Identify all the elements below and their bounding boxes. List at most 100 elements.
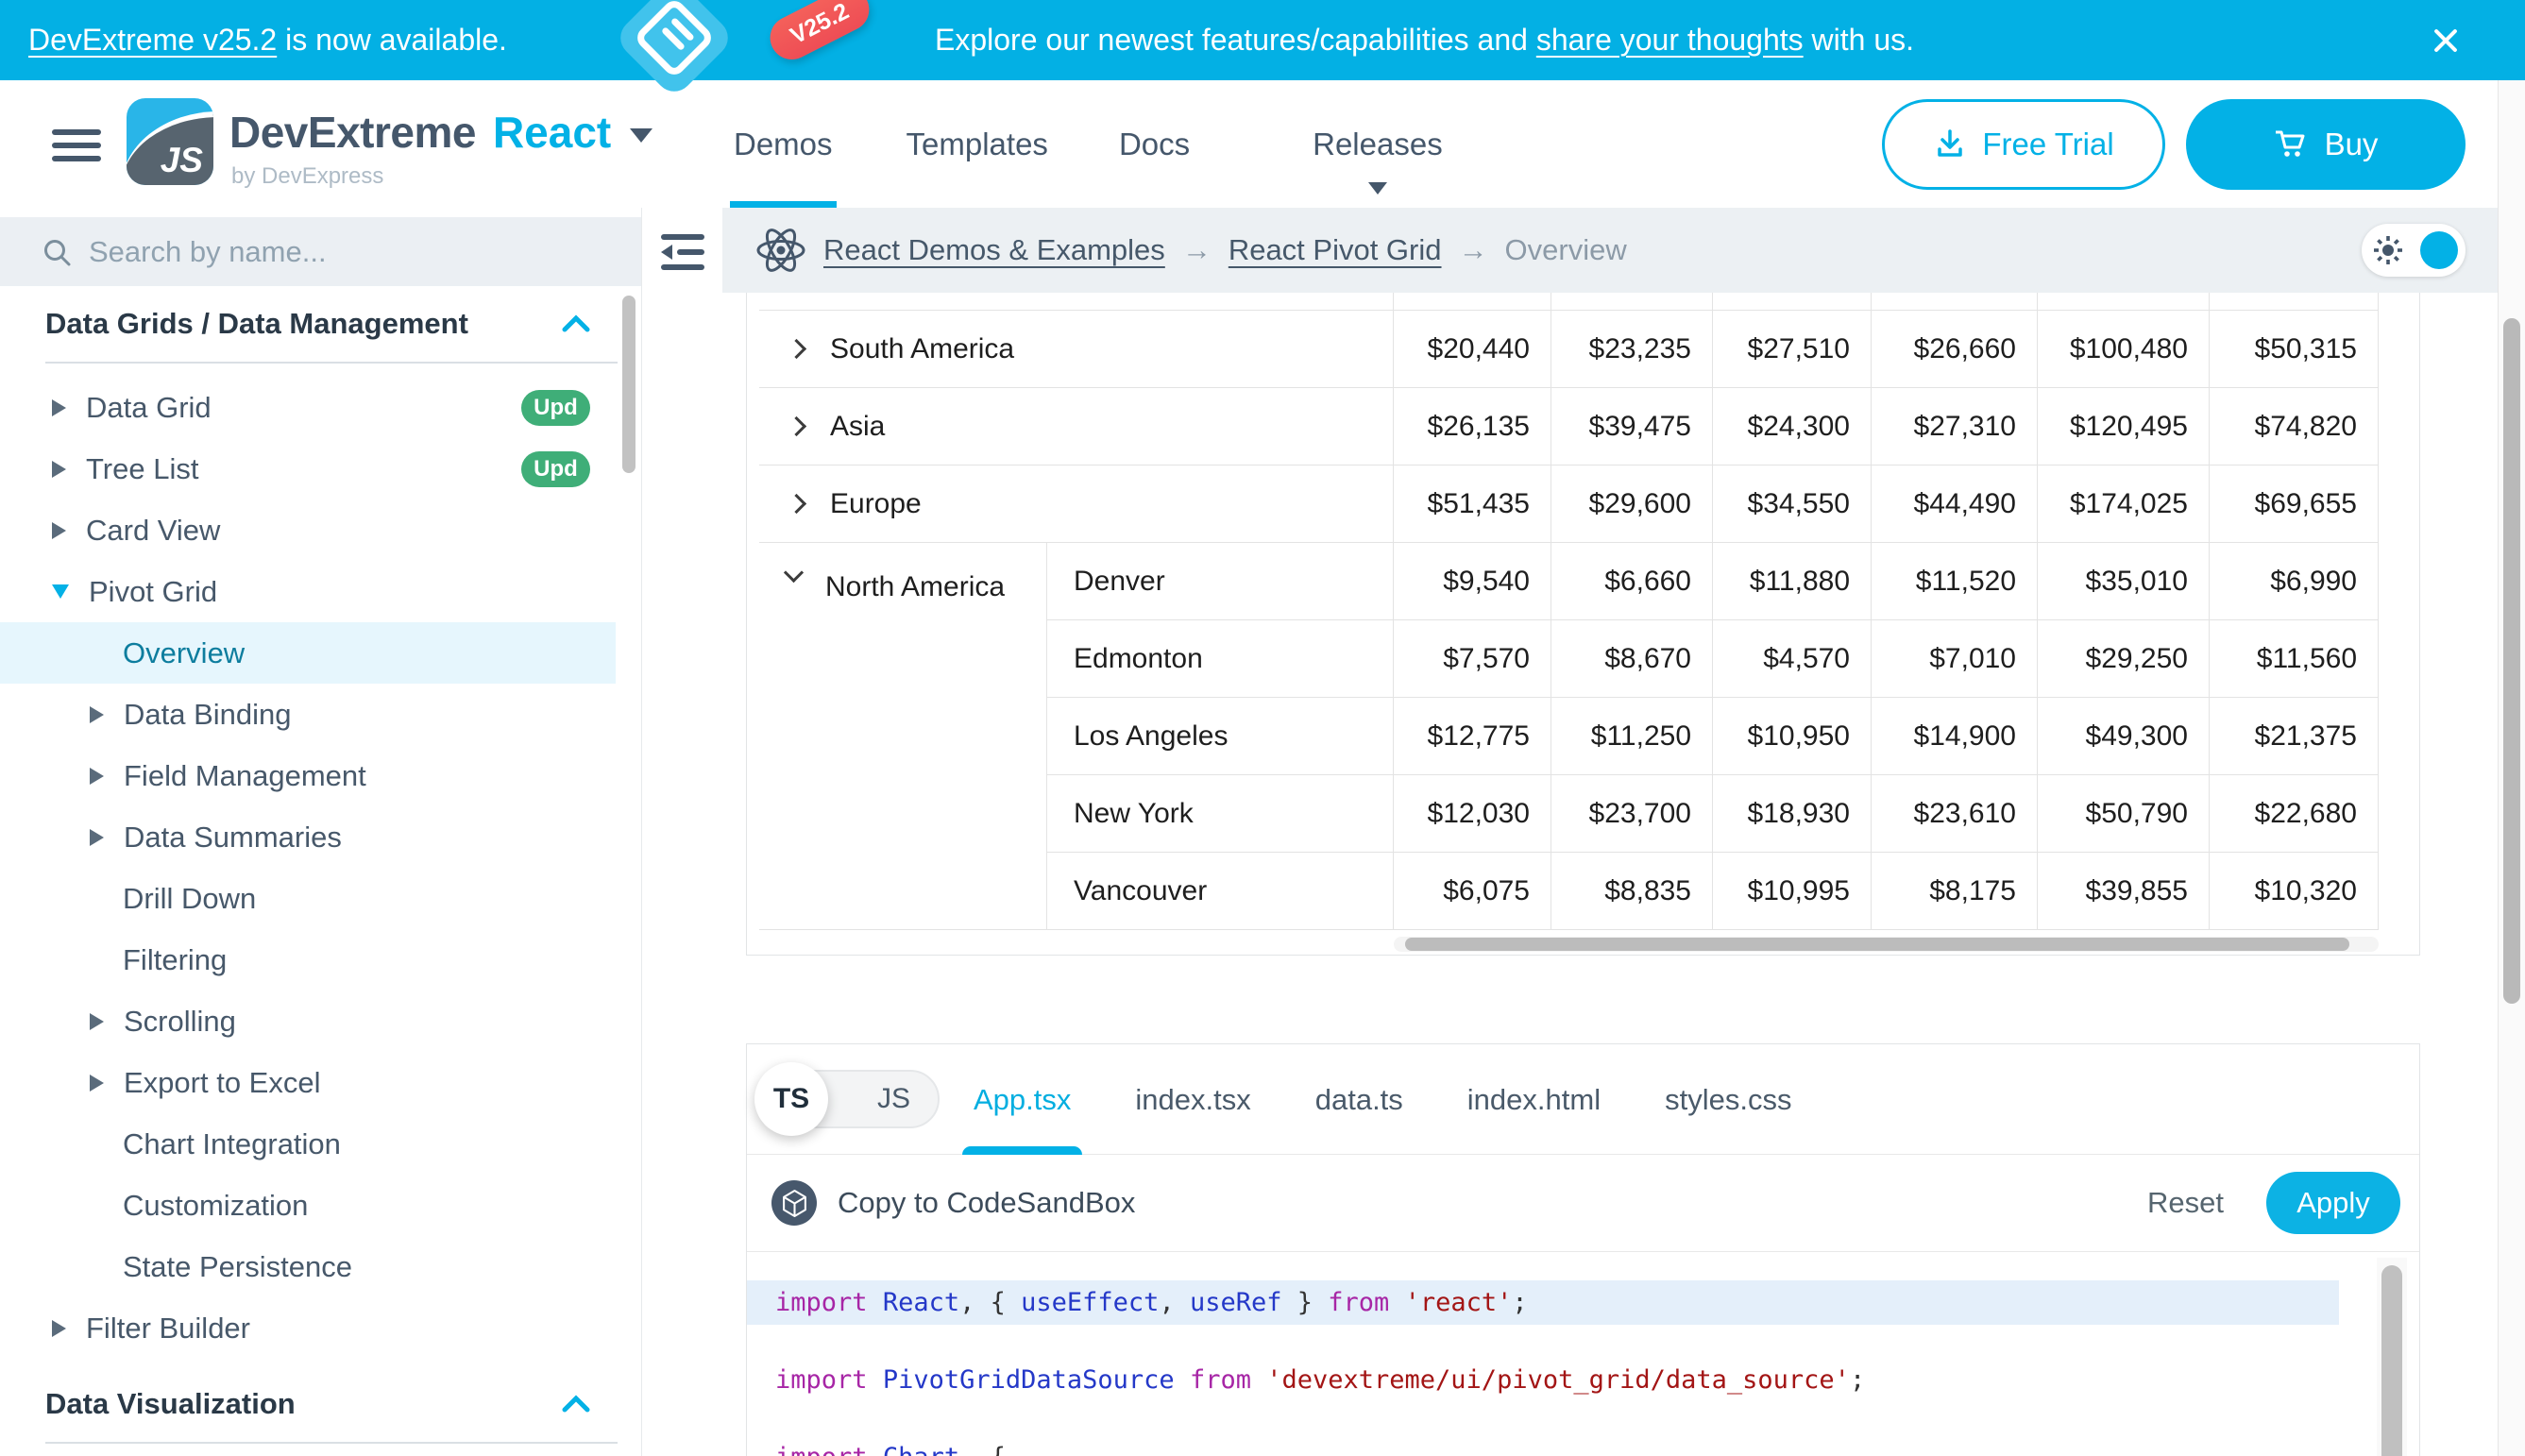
chevron-up-icon xyxy=(562,1395,590,1414)
pivot-cell: $11,880 xyxy=(1713,543,1872,619)
banner-version-link[interactable]: DevExtreme v25.2 xyxy=(28,23,277,58)
sidebar-item-card-view[interactable]: Card View xyxy=(0,499,616,561)
sidebar-item-pivot-grid[interactable]: Pivot Grid xyxy=(0,561,616,622)
code-toolbar-row: Copy to CodeSandBox Reset Apply xyxy=(747,1155,2419,1252)
code-vertical-scrollbar-thumb[interactable] xyxy=(2381,1265,2402,1456)
breadcrumb-current: Overview xyxy=(1505,233,1627,267)
expand-right-icon xyxy=(52,522,66,539)
pivot-row-asia: Asia $26,135 $39,475 $24,300 $27,310 $12… xyxy=(759,388,2379,466)
brand-name: DevExtreme xyxy=(229,107,476,158)
code-editor: import React, { useEffect, useRef } from… xyxy=(747,1252,2419,1456)
sidebar-item-chart-integration[interactable]: Chart Integration xyxy=(0,1113,616,1175)
nav-item-releases[interactable]: Releases xyxy=(1313,80,1443,208)
row-header-denver[interactable]: Denver xyxy=(1047,543,1394,619)
hamburger-menu-icon[interactable] xyxy=(52,129,101,169)
pivot-cell: $6,990 xyxy=(2210,543,2379,619)
buy-button[interactable]: Buy xyxy=(2186,99,2466,190)
share-thoughts-link[interactable]: share your thoughts xyxy=(1536,23,1804,58)
language-option-ts[interactable]: TS xyxy=(754,1062,828,1136)
pivot-cell: $50,315 xyxy=(2210,311,2379,387)
pivot-horizontal-scrollbar xyxy=(1394,937,2379,952)
row-header-new-york[interactable]: New York xyxy=(1047,775,1394,852)
language-toggle[interactable]: JS TS xyxy=(758,1070,940,1128)
codesandbox-icon[interactable] xyxy=(771,1180,817,1226)
devextreme-logo[interactable]: JS xyxy=(127,98,213,185)
nav-item-docs[interactable]: Docs xyxy=(1119,80,1190,208)
expand-chevron-icon xyxy=(787,494,806,514)
tab-app-tsx[interactable]: App.tsx xyxy=(974,1044,1071,1155)
section-header-data-grids[interactable]: Data Grids / Data Management xyxy=(0,286,641,362)
sidebar-item-filter-builder[interactable]: Filter Builder xyxy=(0,1297,616,1359)
collapse-sidebar-icon[interactable] xyxy=(661,232,704,272)
sidebar-item-customization[interactable]: Customization xyxy=(0,1175,616,1236)
copy-to-codesandbox-button[interactable]: Copy to CodeSandBox xyxy=(838,1186,1135,1220)
sidebar-item-export-to-excel[interactable]: Export to Excel xyxy=(0,1052,616,1113)
releases-caret-icon xyxy=(1368,182,1387,195)
search-icon xyxy=(42,237,72,267)
apply-button[interactable]: Apply xyxy=(2266,1172,2400,1234)
pivot-cell: $12,775 xyxy=(1394,698,1551,774)
pivot-cell: $49,300 xyxy=(2038,698,2210,774)
sidebar-item-drill-down[interactable]: Drill Down xyxy=(0,868,616,929)
pivot-cell: $14,900 xyxy=(1872,698,2038,774)
theme-toggle-knob xyxy=(2420,231,2458,269)
free-trial-button[interactable]: Free Trial xyxy=(1882,99,2165,190)
sidebar-item-tree-list[interactable]: Tree ListUpd xyxy=(0,438,616,499)
tab-data-ts[interactable]: data.ts xyxy=(1315,1044,1403,1155)
pivot-cell: $8,670 xyxy=(1551,620,1713,697)
search-input[interactable] xyxy=(89,235,542,269)
tab-index-html[interactable]: index.html xyxy=(1467,1044,1601,1155)
brand-line: DevExtreme React xyxy=(229,107,652,158)
pivot-cell: $44,490 xyxy=(1872,466,2038,542)
language-option-js[interactable]: JS xyxy=(877,1083,910,1115)
demo-sidebar: Data Grids / Data Management Data GridUp… xyxy=(0,208,642,1456)
row-header-europe[interactable]: Europe xyxy=(759,466,1394,542)
sidebar-item-overview[interactable]: Overview xyxy=(0,622,616,684)
code-vertical-scrollbar xyxy=(2377,1258,2407,1456)
page-scrollbar xyxy=(2498,80,2525,1456)
sidebar-item-field-management[interactable]: Field Management xyxy=(0,745,616,806)
sidebar-item-state-persistence[interactable]: State Persistence xyxy=(0,1236,616,1297)
pivot-cell: $35,010 xyxy=(2038,543,2210,619)
nav-item-templates[interactable]: Templates xyxy=(907,80,1048,208)
sidebar-scrollbar-thumb[interactable] xyxy=(622,296,635,473)
page-scrollbar-thumb[interactable] xyxy=(2503,318,2520,1004)
sidebar-item-filtering[interactable]: Filtering xyxy=(0,929,616,990)
tab-styles-css[interactable]: styles.css xyxy=(1665,1044,1791,1155)
row-header-north-america[interactable]: North America xyxy=(759,543,1047,930)
banner-close-icon[interactable] xyxy=(2429,24,2463,58)
free-trial-label: Free Trial xyxy=(1982,127,2113,162)
nav-item-releases-label: Releases xyxy=(1313,127,1443,162)
theme-toggle[interactable] xyxy=(2362,224,2466,277)
framework-dropdown-caret-icon[interactable] xyxy=(630,128,652,143)
row-header-south-america[interactable]: South America xyxy=(759,311,1394,387)
sidebar-gutter xyxy=(642,208,722,1456)
expand-right-icon xyxy=(52,461,66,478)
pivot-row-los-angeles: Los Angeles $12,775 $11,250 $10,950 $14,… xyxy=(1047,698,2379,775)
nav-item-demos[interactable]: Demos xyxy=(734,80,833,208)
pivot-horizontal-scrollbar-thumb[interactable] xyxy=(1405,938,2349,951)
reset-button[interactable]: Reset xyxy=(2147,1186,2224,1220)
tab-index-tsx[interactable]: index.tsx xyxy=(1135,1044,1250,1155)
pivot-cell: $26,135 xyxy=(1394,388,1551,465)
pivot-cell: $9,540 xyxy=(1394,543,1551,619)
sidebar-item-data-binding[interactable]: Data Binding xyxy=(0,684,616,745)
sidebar-item-data-summaries[interactable]: Data Summaries xyxy=(0,806,616,868)
sidebar-item-data-grid[interactable]: Data GridUpd xyxy=(0,377,616,438)
sidebar-search xyxy=(0,217,641,286)
expand-right-icon xyxy=(52,399,66,416)
breadcrumb-separator: → xyxy=(1182,233,1212,267)
sidebar-item-scrolling[interactable]: Scrolling xyxy=(0,990,616,1052)
brand-byline: by DevExpress xyxy=(231,163,383,190)
pivot-grid: South America $20,440 $23,235 $27,510 $2… xyxy=(759,293,2379,930)
breadcrumb-link-pivot-grid[interactable]: React Pivot Grid xyxy=(1229,233,1442,267)
pivot-cell: $11,560 xyxy=(2210,620,2379,697)
row-header-vancouver[interactable]: Vancouver xyxy=(1047,853,1394,929)
breadcrumb-link-demos[interactable]: React Demos & Examples xyxy=(823,233,1165,267)
pivot-cell: $23,700 xyxy=(1551,775,1713,852)
row-header-los-angeles[interactable]: Los Angeles xyxy=(1047,698,1394,774)
row-header-edmonton[interactable]: Edmonton xyxy=(1047,620,1394,697)
section-header-data-visualization[interactable]: Data Visualization xyxy=(0,1366,641,1442)
row-header-asia[interactable]: Asia xyxy=(759,388,1394,465)
banner-center-post: with us. xyxy=(1804,23,1914,58)
